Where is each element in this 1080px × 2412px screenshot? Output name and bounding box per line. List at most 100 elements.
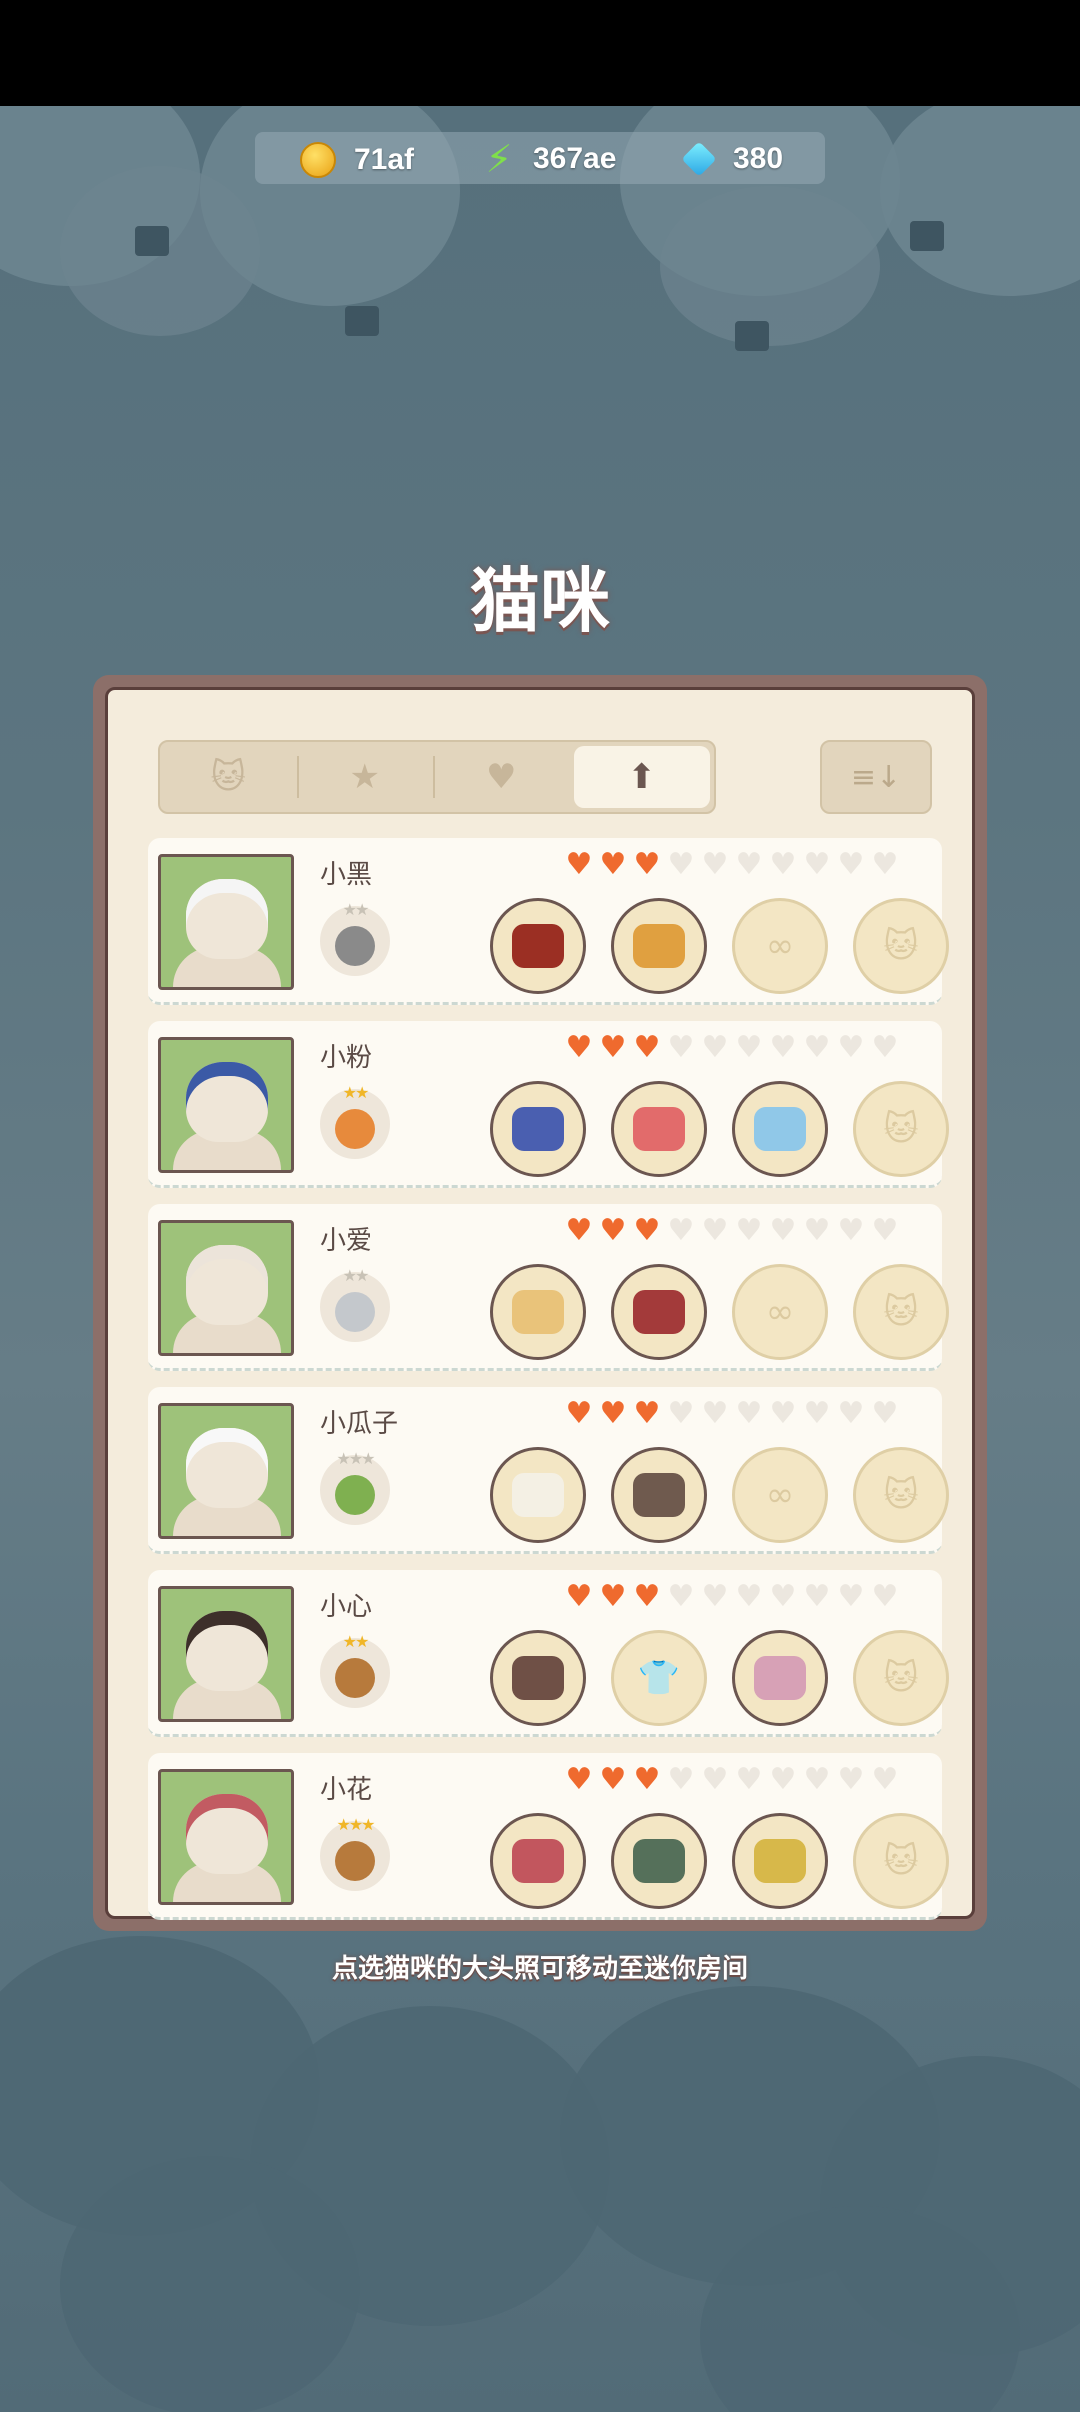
cat-portrait[interactable] xyxy=(158,854,294,990)
cat-portrait[interactable] xyxy=(158,1037,294,1173)
empty-slot[interactable]: 🐱 xyxy=(853,1081,949,1177)
empty-slot[interactable]: 🐱 xyxy=(853,1630,949,1726)
heart-icon: ♥ xyxy=(769,1030,797,1065)
equipment-item-icon xyxy=(754,1107,806,1151)
equipment-item-icon xyxy=(633,1290,685,1334)
equipment-slot[interactable] xyxy=(490,1813,586,1909)
cat-placeholder-icon: 🐱 xyxy=(883,1292,919,1332)
equipment-item-icon xyxy=(633,1839,685,1883)
cat-placeholder-icon: 🐱 xyxy=(883,1109,919,1149)
empty-slot[interactable]: 🐱 xyxy=(853,1447,949,1543)
cat-head-icon: 🐱 xyxy=(210,757,246,797)
tab-all-cats[interactable]: 🐱 xyxy=(160,742,297,812)
affection-hearts: ♥ ♥ ♥ ♥ ♥ ♥ ♥ ♥ ♥ ♥ xyxy=(562,848,902,882)
affection-hearts: ♥ ♥ ♥ ♥ ♥ ♥ ♥ ♥ ♥ ♥ xyxy=(562,1031,902,1065)
heart-icon: ♥ xyxy=(871,1213,899,1248)
cat-row: 小爱 ★★ ♥ ♥ ♥ ♥ ♥ ♥ ♥ ♥ ♥ ♥ ∞ 🐱 xyxy=(148,1204,949,1371)
empty-slot[interactable]: ∞ xyxy=(732,1264,828,1360)
heart-icon: ♥ xyxy=(769,1213,797,1248)
heart-icon: ♥ xyxy=(667,847,695,882)
cat-portrait-head xyxy=(186,1428,268,1508)
empty-slot[interactable]: 👕 xyxy=(611,1630,707,1726)
heart-icon: ♥ xyxy=(667,1579,695,1614)
equipment-slot[interactable] xyxy=(611,1081,707,1177)
cat-list-panel: 🐱 ★ ♥ ⬆ ≡↓ 小黑 ★★ ♥ ♥ ♥ ♥ ♥ ♥ ♥ ♥ ♥ ♥ ∞ 🐱 小粉 ★★ ♥ ♥ ♥ ♥ ♥ ♥ ♥ ♥ ♥… xyxy=(93,675,987,1931)
heart-icon: ♥ xyxy=(633,1396,661,1431)
glasses-placeholder-icon: ∞ xyxy=(765,1475,795,1515)
cat-portrait[interactable] xyxy=(158,1403,294,1539)
glasses-placeholder-icon: ∞ xyxy=(765,926,795,966)
heart-icon: ♥ xyxy=(769,1762,797,1797)
heart-icon: ♥ xyxy=(701,1762,729,1797)
gem-icon xyxy=(681,141,717,177)
equipment-slot[interactable] xyxy=(732,1081,828,1177)
equipment-slot[interactable] xyxy=(490,1264,586,1360)
heart-icon: ♥ xyxy=(871,847,899,882)
heart-icon: ♥ xyxy=(633,1579,661,1614)
empty-slot[interactable]: 🐱 xyxy=(853,898,949,994)
cat-placeholder-icon: 🐱 xyxy=(883,1841,919,1881)
heart-icon: ♥ xyxy=(803,1213,831,1248)
cat-portrait-head xyxy=(186,1794,268,1874)
cat-portrait[interactable] xyxy=(158,1769,294,1905)
cat-row: 小粉 ★★ ♥ ♥ ♥ ♥ ♥ ♥ ♥ ♥ ♥ ♥ 🐱 xyxy=(148,1021,949,1188)
heart-icon: ♥ xyxy=(803,847,831,882)
affection-hearts: ♥ ♥ ♥ ♥ ♥ ♥ ♥ ♥ ♥ ♥ xyxy=(562,1763,902,1797)
cat-name: 小粉 xyxy=(320,1043,373,1073)
empty-slot[interactable]: ∞ xyxy=(732,1447,828,1543)
filter-tabs: 🐱 ★ ♥ ⬆ xyxy=(158,740,716,814)
cat-name: 小心 xyxy=(320,1592,373,1622)
heart-icon: ♥ xyxy=(871,1762,899,1797)
rarity-badge: ★★ xyxy=(320,1266,390,1342)
rarity-badge: ★★ xyxy=(320,1632,390,1708)
heart-icon: ♥ xyxy=(599,1762,627,1797)
status-bar xyxy=(0,0,1080,106)
equipment-slot[interactable] xyxy=(732,1813,828,1909)
rarity-stars: ★★ xyxy=(342,1632,370,1651)
cat-name: 小黑 xyxy=(320,860,373,890)
equipment-slot[interactable] xyxy=(611,1447,707,1543)
equipment-slots: ∞ 🐱 xyxy=(490,1447,974,1543)
equipment-slot[interactable] xyxy=(490,898,586,994)
heart-icon: ♥ xyxy=(837,1213,865,1248)
coin-value: 71af xyxy=(354,143,415,176)
equipment-item-icon xyxy=(633,1473,685,1517)
star-icon: ★ xyxy=(349,757,380,797)
cat-row: 小花 ★★★ ♥ ♥ ♥ ♥ ♥ ♥ ♥ ♥ ♥ ♥ 🐱 xyxy=(148,1753,949,1920)
cat-row: 小瓜子 ★★★ ♥ ♥ ♥ ♥ ♥ ♥ ♥ ♥ ♥ ♥ ∞ 🐱 xyxy=(148,1387,949,1554)
sort-button[interactable]: ≡↓ xyxy=(820,740,932,814)
equipment-slot[interactable] xyxy=(611,898,707,994)
equipment-slot[interactable] xyxy=(611,1813,707,1909)
sort-icon: ≡↓ xyxy=(850,759,902,795)
tab-upgrade[interactable]: ⬆ xyxy=(573,746,710,808)
rarity-icon xyxy=(335,926,375,966)
heart-icon: ♥ xyxy=(769,1396,797,1431)
heart-icon: ♥ xyxy=(565,847,593,882)
heart-icon: ♥ xyxy=(701,1579,729,1614)
heart-icon: ♥ xyxy=(599,1030,627,1065)
equipment-slot[interactable] xyxy=(490,1081,586,1177)
page-title: 猫咪 xyxy=(470,560,610,642)
cat-portrait-head xyxy=(186,879,268,959)
empty-slot[interactable]: 🐱 xyxy=(853,1264,949,1360)
heart-icon: ♥ xyxy=(667,1762,695,1797)
heart-icon: ♥ xyxy=(735,1213,763,1248)
heart-icon: ♥ xyxy=(599,1213,627,1248)
empty-slot[interactable]: 🐱 xyxy=(853,1813,949,1909)
tab-favorites[interactable]: ♥ xyxy=(433,742,570,812)
rarity-badge: ★★ xyxy=(320,1083,390,1159)
tab-starred[interactable]: ★ xyxy=(296,742,434,812)
heart-icon: ♥ xyxy=(769,847,797,882)
cat-portrait[interactable] xyxy=(158,1586,294,1722)
heart-icon: ♥ xyxy=(735,1762,763,1797)
cat-portrait-head xyxy=(186,1062,268,1142)
equipment-slot[interactable] xyxy=(490,1447,586,1543)
equipment-slot[interactable] xyxy=(490,1630,586,1726)
empty-slot[interactable]: ∞ xyxy=(732,898,828,994)
equipment-slot[interactable] xyxy=(732,1630,828,1726)
heart-icon: ♥ xyxy=(769,1579,797,1614)
cat-portrait[interactable] xyxy=(158,1220,294,1356)
equipment-slots: 🐱 xyxy=(490,1813,974,1909)
heart-icon: ♥ xyxy=(667,1213,695,1248)
equipment-slot[interactable] xyxy=(611,1264,707,1360)
